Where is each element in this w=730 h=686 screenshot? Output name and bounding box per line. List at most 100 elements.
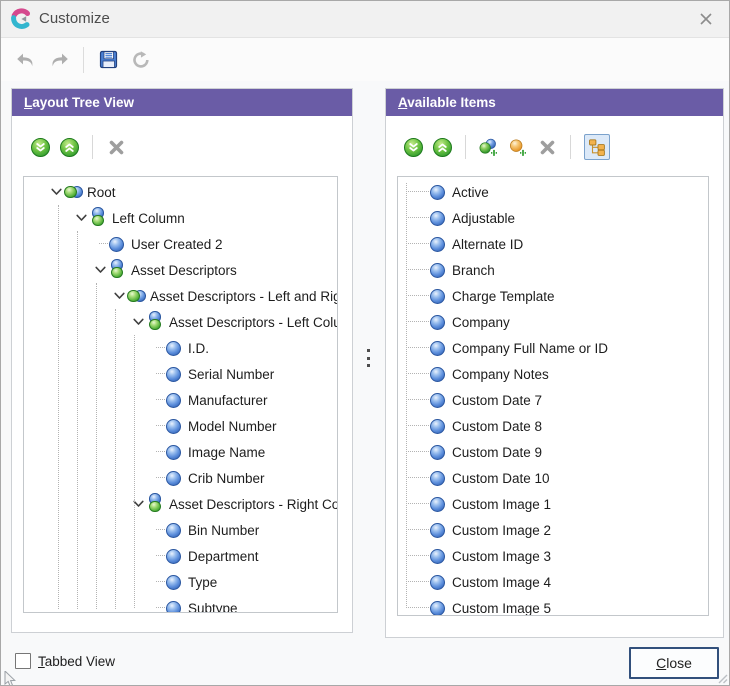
toolbar-separator [465,135,466,159]
tree-chevron-slot[interactable] [93,231,107,257]
add-group-button[interactable] [479,137,499,157]
tree-node[interactable]: Crib Number [24,465,337,491]
list-item-label: Adjustable [452,211,515,226]
redo-icon[interactable] [47,48,71,72]
tree-node[interactable]: Asset Descriptors [24,257,337,283]
move-down-button[interactable] [30,137,50,157]
list-item[interactable]: Company [398,309,708,335]
tree-node[interactable]: Image Name [24,439,337,465]
tree-chevron-slot[interactable] [93,257,107,283]
tree-chevron-slot[interactable] [131,309,145,335]
list-item[interactable]: Company Full Name or ID [398,335,708,361]
move-up-button[interactable] [59,137,79,157]
list-item[interactable]: Custom Image 1 [398,491,708,517]
tree-node[interactable]: Asset Descriptors - Left Column [24,309,337,335]
tree-chevron-slot[interactable] [74,205,88,231]
close-text: lose [666,655,692,671]
tree-guide-line [134,335,135,608]
list-item[interactable]: Adjustable [398,205,708,231]
save-icon[interactable] [96,48,120,72]
list-item[interactable]: Custom Date 9 [398,439,708,465]
tree-chevron-slot[interactable] [150,387,164,413]
tree-chevron-slot[interactable] [150,517,164,543]
list-item[interactable]: Custom Date 10 [398,465,708,491]
list-item[interactable]: Custom Image 3 [398,543,708,569]
delete-button[interactable] [106,137,126,157]
list-item[interactable]: Custom Image 2 [398,517,708,543]
tree-node[interactable]: Asset Descriptors - Right Column [24,491,337,517]
list-item[interactable]: Active [398,179,708,205]
move-up-button[interactable] [432,137,452,157]
tree-chevron-slot[interactable] [150,439,164,465]
tree-node[interactable]: Left Column [24,205,337,231]
close-mnemonic: C [656,655,666,671]
sphere-icon [429,181,447,203]
move-down-button[interactable] [403,137,423,157]
list-item[interactable]: Custom Date 8 [398,413,708,439]
sphere-icon [165,467,183,489]
toolbar-separator [570,135,571,159]
available-items-toolbar [403,134,610,160]
sphere-icon [165,571,183,593]
tree-node[interactable]: I.D. [24,335,337,361]
tree-chevron-slot[interactable] [150,569,164,595]
list-item[interactable]: Custom Image 5 [398,595,708,616]
titlebar: Customize [1,1,729,38]
header-mnemonic: A [398,95,407,110]
list-connector [406,231,428,257]
sphere-icon [429,285,447,307]
tree-node[interactable]: Model Number [24,413,337,439]
tree-chevron-slot[interactable] [150,413,164,439]
delete-button[interactable] [537,137,557,157]
tree-guide-line [115,309,116,609]
double-chevron-up-icon [433,138,452,157]
tree-chevron-slot[interactable] [150,335,164,361]
list-item-label: Alternate ID [452,237,523,252]
close-window-icon[interactable] [697,10,715,28]
list-item-label: Branch [452,263,495,278]
panel-splitter[interactable] [358,88,382,633]
close-button[interactable]: Close [629,647,719,679]
tree-chevron-slot[interactable] [150,595,164,613]
label-mnemonic: T [38,654,45,669]
resize-grip-icon[interactable] [716,672,728,684]
list-connector [406,491,428,517]
sphere-icon [429,415,447,437]
tree-node[interactable]: Type [24,569,337,595]
sphere-icon [165,363,183,385]
tree-node[interactable]: Bin Number [24,517,337,543]
add-item-button[interactable] [508,137,528,157]
tree-node[interactable]: Department [24,543,337,569]
list-connector [406,517,428,543]
tree-chevron-slot[interactable] [150,465,164,491]
list-item[interactable]: Custom Image 4 [398,569,708,595]
tree-node[interactable]: Asset Descriptors - Left and Right [24,283,337,309]
list-item-label: Company Full Name or ID [452,341,608,356]
tree-node[interactable]: Subtype [24,595,337,613]
sphere-icon [429,493,447,515]
undo-icon[interactable] [14,48,38,72]
tree-chevron-slot[interactable] [112,283,126,309]
tree-node-label: Asset Descriptors - Left and Right [150,289,338,304]
tree-chevron-slot[interactable] [150,361,164,387]
tree-node[interactable]: User Created 2 [24,231,337,257]
tabbed-view-label: Tabbed View [38,654,115,669]
list-item[interactable]: Custom Date 7 [398,387,708,413]
list-item[interactable]: Charge Template [398,283,708,309]
tabbed-view-checkbox[interactable] [15,653,31,669]
revert-icon[interactable] [129,48,153,72]
tree-chevron-slot[interactable] [150,543,164,569]
tree-chevron-slot[interactable] [49,179,63,205]
tree-node[interactable]: Serial Number [24,361,337,387]
tree-node[interactable]: Manufacturer [24,387,337,413]
double-chevron-up-icon [60,138,79,157]
sphere-icon [165,441,183,463]
pair-v-icon [146,493,164,515]
list-item[interactable]: Company Notes [398,361,708,387]
list-item[interactable]: Alternate ID [398,231,708,257]
list-item[interactable]: Branch [398,257,708,283]
tree-view-toggle-button[interactable] [584,134,610,160]
available-items-panel: Available Items [385,88,724,638]
tree-node[interactable]: Root [24,179,337,205]
delete-x-icon [107,138,126,157]
